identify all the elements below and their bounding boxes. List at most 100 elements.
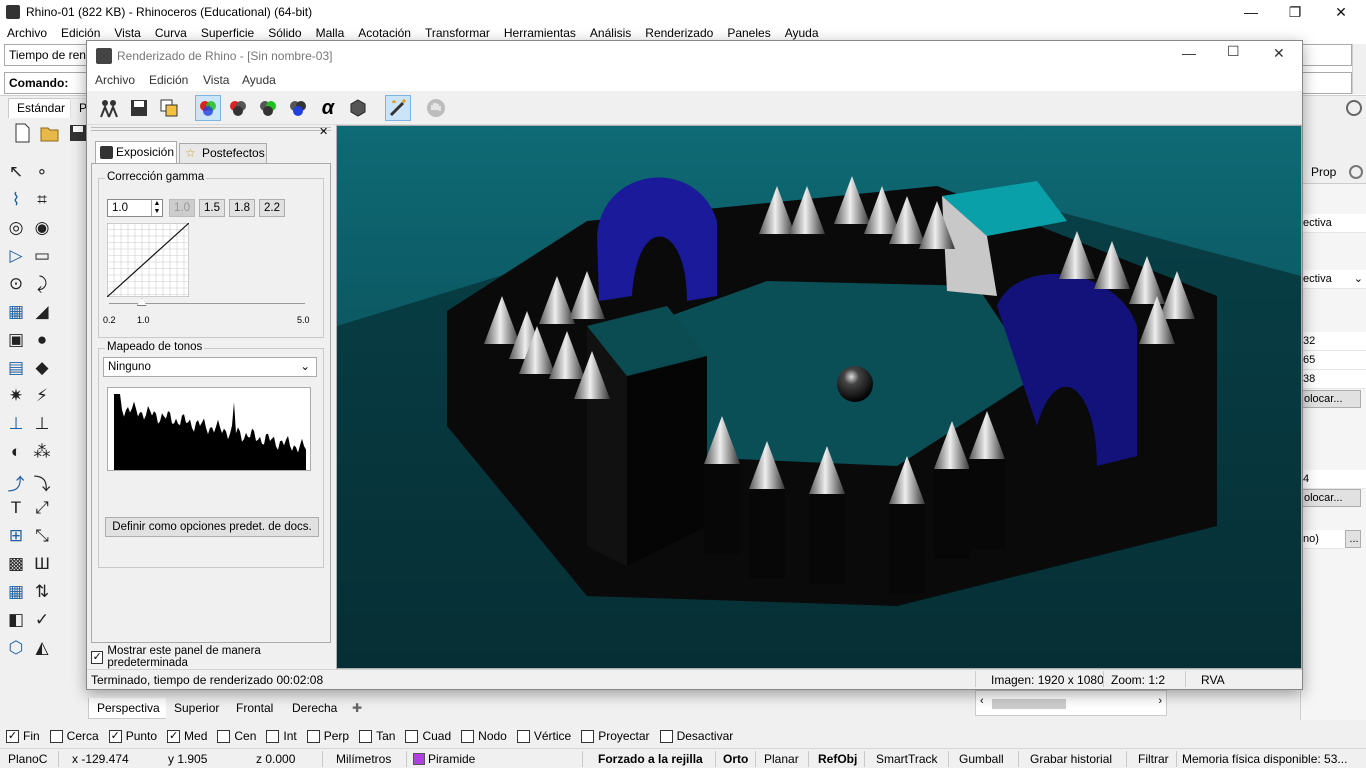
extrude-icon[interactable]: ▤ [4, 358, 28, 382]
polygon-icon[interactable]: ⊙ [4, 274, 28, 298]
gumball-toggle[interactable]: Gumball [959, 749, 1004, 768]
menu-item[interactable]: Sólido [261, 26, 308, 40]
tone-mapping-select[interactable]: Ninguno ⌄ [103, 357, 317, 377]
osnap-checkbox[interactable]: ✓ [108, 729, 122, 743]
show-default-checkbox[interactable]: ✓ [91, 650, 104, 664]
tab-perspective[interactable]: Perspectiva [88, 698, 169, 719]
surface-mesh-icon[interactable]: ◆ [30, 358, 54, 382]
check-icon[interactable]: ✓ [30, 610, 54, 634]
layer-name[interactable]: Piramide [428, 749, 475, 768]
box-icon[interactable]: ▣ [4, 330, 28, 354]
render-maximize-icon[interactable]: ☐ [1227, 43, 1240, 60]
group-icon[interactable]: ⊞ [4, 526, 28, 550]
osnap-checkbox[interactable] [516, 729, 530, 743]
menu-item[interactable]: Malla [309, 26, 352, 40]
menu-item[interactable]: Edición [54, 26, 107, 40]
osnap-option[interactable]: Tan [359, 729, 395, 743]
rotate-icon[interactable]: ⤴ [4, 470, 28, 494]
render-menu-edicion[interactable]: Edición [149, 73, 188, 87]
solid-icon[interactable]: ⬡ [4, 638, 28, 662]
osnap-checkbox[interactable] [49, 729, 63, 743]
osnap-option[interactable]: ✓ Punto [108, 729, 157, 743]
planar-toggle[interactable]: Planar [764, 749, 799, 768]
gamma-spinner-icon[interactable]: ▲ ▼ [151, 200, 162, 216]
panel-close-icon[interactable]: ✕ [319, 125, 328, 138]
save-render-icon[interactable] [126, 95, 152, 121]
clone-render-icon[interactable] [96, 95, 122, 121]
menu-item[interactable]: Vista [107, 26, 147, 40]
explode-icon[interactable]: ✷ [4, 386, 28, 410]
boolean-icon[interactable]: ◐ [4, 442, 28, 466]
surface-icon[interactable]: ▦ [4, 302, 28, 326]
circle-3pt-icon[interactable]: ◉ [30, 218, 54, 242]
split-icon[interactable]: ⊥ [4, 414, 28, 438]
menu-item[interactable]: Transformar [418, 26, 497, 40]
osnap-checkbox[interactable] [306, 729, 320, 743]
join-icon[interactable]: ⁂ [30, 442, 54, 466]
gamma-preset-2-2[interactable]: 2.2 [259, 199, 285, 217]
units-label[interactable]: Milímetros [336, 749, 391, 768]
osnap-option[interactable]: Cuad [405, 729, 451, 743]
curve-edit-icon[interactable]: ⌗ [30, 190, 54, 214]
point-icon[interactable]: ∘ [30, 162, 54, 186]
select-icon[interactable]: ↖ [4, 162, 28, 186]
settings-gear-icon[interactable] [1346, 100, 1362, 116]
place-button[interactable]: olocar... [1301, 489, 1361, 507]
menu-item[interactable]: Acotación [351, 26, 418, 40]
osnap-toggle[interactable]: RefObj [818, 749, 857, 768]
osnap-option[interactable]: Cen [217, 729, 256, 743]
blue-channel-icon[interactable] [285, 95, 311, 121]
gamma-preset-1-5[interactable]: 1.5 [199, 199, 225, 217]
render-close-icon[interactable]: ✕ [1273, 45, 1285, 62]
stop-render-icon[interactable] [423, 95, 449, 121]
osnap-checkbox[interactable] [461, 729, 475, 743]
restore-icon[interactable]: ❐ [1272, 0, 1318, 24]
fillet-icon[interactable]: ⤸ [30, 274, 54, 298]
osnap-checkbox[interactable] [359, 729, 373, 743]
osnap-checkbox[interactable]: ✓ [6, 729, 19, 743]
render-menu-ayuda[interactable]: Ayuda [242, 73, 276, 87]
command-scrollbar[interactable] [1352, 44, 1366, 94]
text-icon[interactable]: T [4, 498, 28, 522]
tab-right[interactable]: Derecha [284, 698, 346, 719]
sphere-icon[interactable]: ● [30, 330, 54, 354]
browse-button[interactable]: ... [1345, 530, 1361, 548]
alpha-channel-icon[interactable]: α [315, 95, 341, 121]
circle-icon[interactable]: ◎ [4, 218, 28, 242]
rectangle-icon[interactable]: ▭ [30, 246, 54, 270]
tab-front[interactable]: Frontal [228, 698, 282, 719]
show-default-option[interactable]: ✓ Mostrar este panel de manera predeterm… [91, 645, 331, 669]
menu-item[interactable]: Archivo [0, 26, 54, 40]
menu-item[interactable]: Paneles [720, 26, 777, 40]
gamma-input[interactable]: 1.0 ▲ ▼ [107, 199, 163, 217]
osnap-checkbox[interactable] [217, 729, 231, 743]
z-depth-icon[interactable] [345, 95, 371, 121]
osnap-option[interactable]: Vértice [516, 729, 571, 743]
gamma-preset-1-0[interactable]: 1.0 [169, 199, 195, 217]
gamma-slider-thumb[interactable] [136, 298, 147, 306]
osnap-option[interactable]: Int [266, 729, 297, 743]
transform-icon[interactable]: ◧ [4, 610, 28, 634]
osnap-checkbox[interactable] [405, 729, 419, 743]
menu-item[interactable]: Renderizado [638, 26, 720, 40]
set-default-button[interactable]: Definir como opciones predet. de docs. [105, 517, 319, 537]
grid-icon[interactable]: ▦ [4, 582, 28, 606]
scroll-left-icon[interactable]: ‹ [980, 695, 984, 707]
property-dropdown[interactable]: ectiva ⌄ [1301, 270, 1366, 289]
rgb-channel-icon[interactable] [195, 95, 221, 121]
osnap-checkbox[interactable]: ✓ [167, 729, 181, 743]
menu-item[interactable]: Análisis [583, 26, 638, 40]
smarttrack-toggle[interactable]: SmartTrack [876, 749, 938, 768]
align-icon[interactable]: ⇅ [30, 582, 54, 606]
place-button[interactable]: olocar... [1301, 390, 1361, 408]
red-channel-icon[interactable] [225, 95, 251, 121]
menu-item[interactable]: Herramientas [497, 26, 583, 40]
minimize-icon[interactable]: — [1228, 0, 1274, 24]
render-viewport[interactable] [336, 125, 1302, 669]
surface-edit-icon[interactable]: ◢ [30, 302, 54, 326]
osnap-option[interactable]: Desactivar [659, 729, 733, 743]
scroll-right-icon[interactable]: › [1158, 695, 1162, 707]
menu-item[interactable]: Superficie [194, 26, 261, 40]
flatten-icon[interactable]: ⊥ [30, 414, 54, 438]
scale-icon[interactable]: ⤢ [30, 498, 54, 522]
